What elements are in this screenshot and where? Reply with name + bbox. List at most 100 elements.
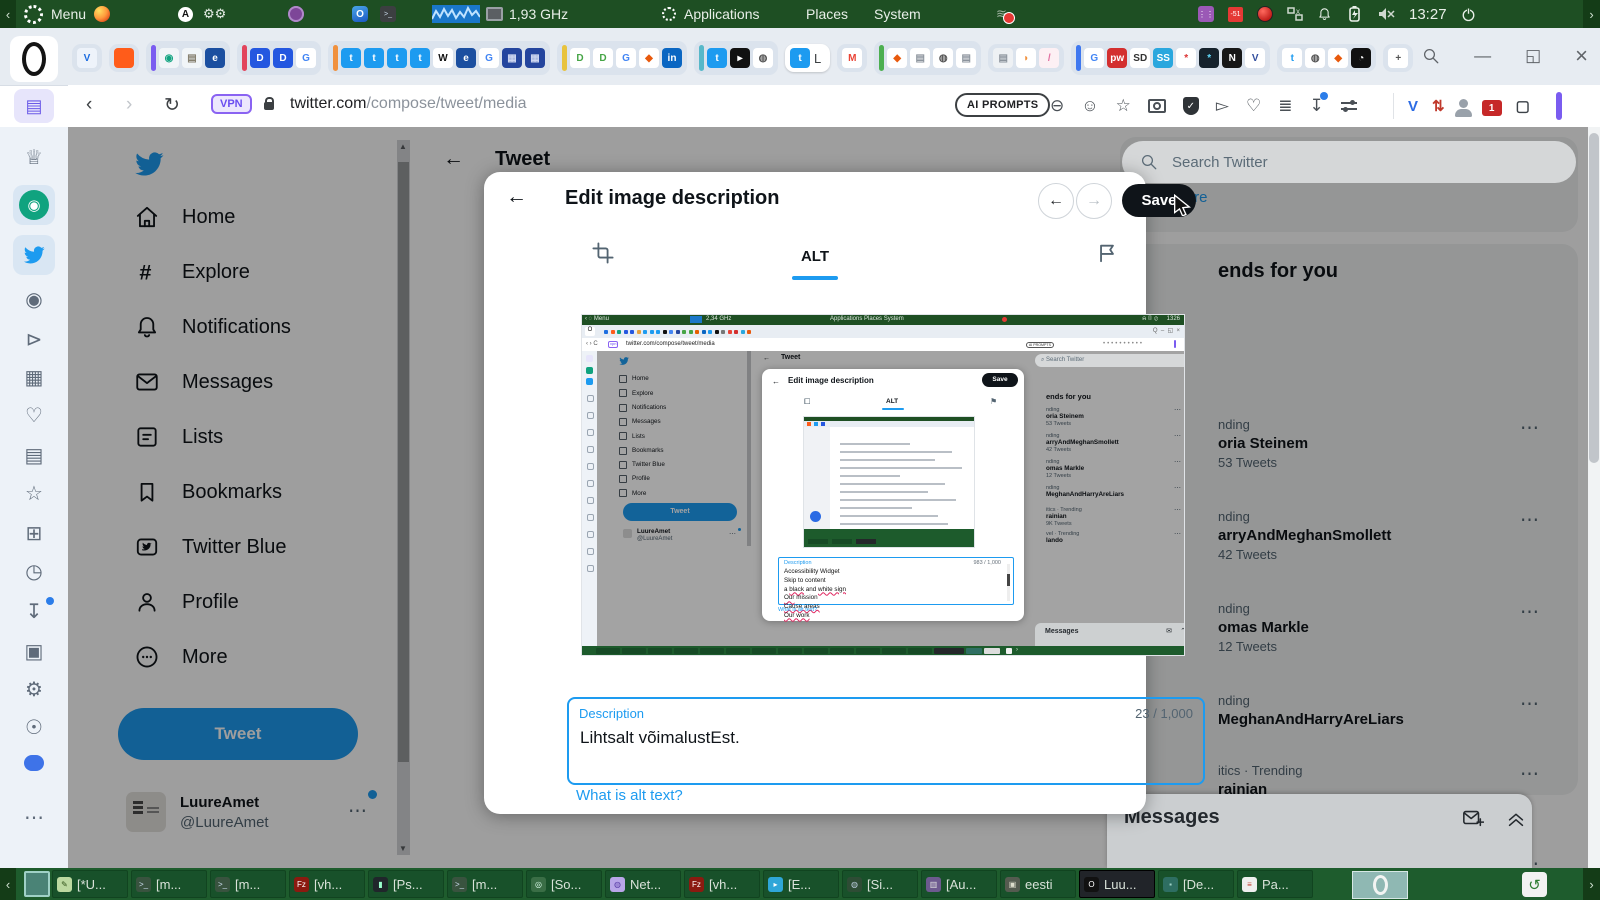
site-tab[interactable]: ▦ [525, 48, 545, 68]
taskbar-window-terminal[interactable]: >_ [m... [210, 870, 286, 898]
wifi-blocked-icon[interactable]: ≋ [996, 0, 1015, 28]
alert-badge-icon[interactable]: -51 [1228, 6, 1243, 22]
reading-list-icon[interactable]: ≣ [1278, 96, 1292, 116]
site-tab[interactable]: ▦ [502, 48, 522, 68]
system-menu-button[interactable]: Menu [24, 0, 111, 28]
recycle-bin-icon[interactable]: ↺ [1522, 872, 1547, 897]
site-tab[interactable]: ◉ [159, 48, 179, 68]
places-menu[interactable]: Places [806, 0, 848, 28]
site-tab[interactable]: ◍ [753, 48, 773, 68]
history-icon[interactable]: ◷ [0, 559, 68, 584]
taskbar-window-terminal[interactable]: >_ [m... [447, 870, 523, 898]
close-button[interactable]: × [1575, 43, 1588, 69]
taskbar-window-opera[interactable]: O Luu... [1079, 870, 1155, 898]
more-icon[interactable]: ⋯ [0, 805, 68, 830]
site-tab[interactable]: * [1176, 48, 1197, 68]
chat-bubble-icon[interactable] [0, 755, 68, 771]
site-tab[interactable]: ◍ [933, 48, 954, 68]
network-offline-icon[interactable]: x [1287, 6, 1303, 22]
site-tab[interactable]: ◆ [887, 48, 908, 68]
gears-icon[interactable]: ⚙⚙ [203, 6, 226, 22]
site-tab[interactable]: t [364, 48, 384, 68]
back-button[interactable]: ‹ [86, 94, 92, 116]
taskbar-window-teal-square[interactable]: ▪ [De... [1158, 870, 1234, 898]
site-tab[interactable]: ▤ [182, 48, 202, 68]
site-tab[interactable]: V [1245, 48, 1266, 68]
send-to-device-icon[interactable]: ▻ [1216, 96, 1229, 116]
volume-muted-icon[interactable] [1378, 7, 1395, 21]
favorites-heart-icon[interactable]: ♡ [1246, 96, 1261, 116]
site-tab[interactable]: t [387, 48, 407, 68]
site-tab[interactable]: D [273, 48, 293, 68]
telegram-panel-icon[interactable]: ⊳ [0, 327, 68, 352]
opera-launcher-button[interactable] [1352, 871, 1408, 899]
traffic-updown-icon[interactable]: ⇅ [1432, 97, 1445, 115]
show-desktop-button[interactable] [24, 871, 50, 897]
address-bar[interactable]: twitter.com/compose/tweet/media [290, 95, 527, 113]
extensions-icon[interactable]: ▣ [0, 639, 68, 664]
taskbar-window-orb[interactable]: ◍ Net... [605, 870, 681, 898]
site-tab[interactable]: t [707, 48, 727, 68]
site-tab[interactable]: in [662, 48, 682, 68]
site-tab[interactable]: N [1222, 48, 1243, 68]
site-tab[interactable]: ▸ [730, 48, 750, 68]
tor-browser-icon[interactable] [288, 6, 304, 22]
reader-face-icon[interactable]: ☺ [1081, 96, 1098, 116]
site-tab[interactable]: D [250, 48, 270, 68]
site-tab[interactable]: SS [1153, 48, 1174, 68]
downloads-icon[interactable]: ↧ [0, 597, 68, 624]
page-scrollbar[interactable] [1588, 127, 1600, 868]
site-tab[interactable]: W [433, 48, 453, 68]
restore-button[interactable]: ◱ [1525, 46, 1541, 66]
applications-menu[interactable]: Applications [662, 0, 760, 28]
settings-icon[interactable]: ⚙ [0, 677, 68, 702]
site-tab[interactable]: ◍ [1305, 48, 1326, 68]
favorites-icon[interactable]: ♡ [0, 403, 68, 428]
terminal-icon[interactable]: >_ [380, 6, 396, 22]
reading-panel-icon[interactable]: ▤ [14, 89, 54, 123]
chatgpt-panel-icon[interactable]: ◉ [0, 185, 68, 225]
modal-back-button[interactable]: ← [506, 185, 527, 209]
forward-button[interactable]: › [126, 94, 132, 116]
site-tab[interactable]: e [456, 48, 476, 68]
notifications-bell-icon[interactable] [1317, 6, 1332, 22]
site-tab[interactable]: pw [1107, 48, 1128, 68]
site-tab[interactable]: ▤ [910, 48, 931, 68]
site-tab[interactable]: G [1084, 48, 1105, 68]
tab-alt[interactable]: ALT [484, 248, 1146, 265]
counter-extension-icon[interactable]: 1 [1481, 100, 1502, 116]
site-tab[interactable]: ◗ [1016, 48, 1037, 68]
taskbar-window-globe[interactable]: ◍ [Si... [842, 870, 918, 898]
site-tab[interactable]: D [593, 48, 613, 68]
site-tab[interactable]: G [616, 48, 636, 68]
taskbar-window-document[interactable]: ≡ Pa... [1237, 870, 1313, 898]
what-is-alt-text-link[interactable]: What is alt text? [576, 787, 683, 804]
site-tab[interactable]: D [570, 48, 590, 68]
site-tab[interactable]: t [410, 48, 430, 68]
vpn-badge[interactable]: VPN [211, 94, 252, 114]
taskbar-window-terminal[interactable]: >_ [m... [131, 870, 207, 898]
taskbar-window-telegram[interactable]: ▸ [E... [763, 870, 839, 898]
taskbar-window-audio-player[interactable]: ▥ [Au... [921, 870, 997, 898]
shield-check-icon[interactable]: ✓ [1182, 97, 1199, 115]
taskbar-scroll-left[interactable]: ‹ [0, 868, 16, 900]
pinboard-icon[interactable]: ☆ [0, 481, 68, 506]
twitter-panel-icon[interactable] [0, 235, 68, 275]
bookmark-star-icon[interactable]: ☆ [1116, 96, 1131, 116]
site-tab[interactable]: ▤ [993, 48, 1014, 68]
taskbar-window-disc[interactable]: ◎ [So... [526, 870, 602, 898]
site-tab[interactable]: / [1039, 48, 1060, 68]
taskbar-window-filezilla[interactable]: Fz [vh... [684, 870, 760, 898]
site-tab[interactable]: SD [1130, 48, 1151, 68]
taskbar-window-text-editor[interactable]: ✎ [*U... [52, 870, 128, 898]
zoom-out-icon[interactable]: ⊖ [1050, 96, 1064, 116]
downloads-icon[interactable]: ↧ [1309, 92, 1328, 116]
image-next-button[interactable]: → [1076, 183, 1112, 219]
site-tab[interactable]: ◆ [639, 48, 659, 68]
site-tab[interactable]: M [842, 48, 863, 68]
news-icon[interactable]: ▤ [0, 443, 68, 468]
site-tab[interactable]: t [341, 48, 361, 68]
alt-text-input[interactable]: Description 23 / 1,000 Lihtsalt võimalus… [567, 697, 1205, 785]
tab-islands-icon[interactable]: ⊞ [0, 521, 68, 546]
site-tab[interactable]: t [790, 48, 810, 68]
